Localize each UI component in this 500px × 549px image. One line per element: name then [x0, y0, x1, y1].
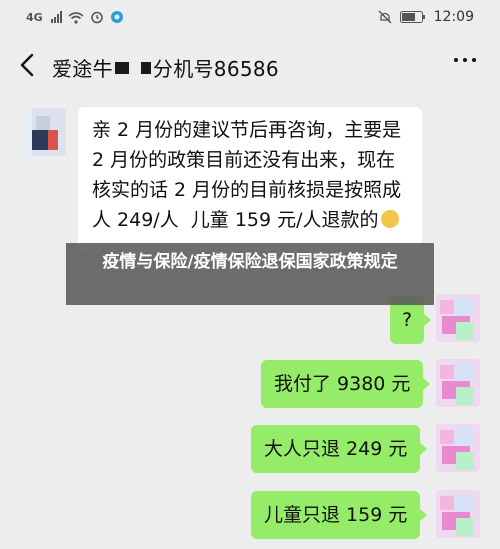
- redaction-mark: [140, 61, 151, 74]
- alarm-icon: [90, 11, 103, 24]
- mute-icon: [378, 10, 392, 24]
- network-type: 4G: [26, 10, 43, 24]
- smile-icon: [380, 210, 399, 228]
- clock: 12:09: [433, 9, 474, 25]
- message-bubble-received[interactable]: 亲 2 月份的建议节后再咨询，主要是 2 月份的政策目前还没有出来，现在核实的话…: [78, 107, 422, 253]
- message-bubble-sent[interactable]: 儿童只退 159 元: [251, 491, 428, 539]
- app-icon: [110, 11, 123, 23]
- status-right: 12:09: [378, 9, 474, 25]
- back-icon[interactable]: [16, 52, 40, 78]
- caption-text: 疫情与保险/疫情保险退保国家政策规定: [102, 252, 398, 272]
- message-text: 大人只退 249 元: [264, 438, 408, 460]
- message-text: 亲 2 月份的建议节后再咨询，主要是 2 月份的政策目前还没有出来，现在核实的话…: [92, 119, 408, 231]
- chat-title-prefix: 爱途牛: [52, 57, 113, 81]
- redaction-mark: [114, 61, 129, 74]
- status-left: 4G: [26, 10, 124, 24]
- chat-header: 爱途牛 分机号86586: [0, 36, 500, 94]
- chat-title: 爱途牛 分机号86586: [52, 53, 279, 82]
- message-text: ?: [401, 309, 413, 331]
- wifi-icon: [68, 11, 84, 24]
- caption-overlay: 疫情与保险/疫情保险退保国家政策规定: [66, 243, 434, 305]
- avatar[interactable]: [436, 490, 480, 538]
- avatar[interactable]: [436, 359, 480, 407]
- message-bubble-sent[interactable]: 我付了 9380 元: [261, 360, 431, 408]
- status-bar: 4G 12:09: [0, 0, 500, 36]
- more-icon[interactable]: [454, 58, 476, 62]
- battery-icon: [399, 11, 425, 23]
- chat-title-suffix: 分机号86586: [152, 57, 279, 81]
- avatar[interactable]: [436, 294, 480, 342]
- message-text: 我付了 9380 元: [274, 373, 411, 395]
- message-bubble-sent[interactable]: 大人只退 249 元: [251, 425, 428, 473]
- signal-icon: [50, 11, 62, 23]
- avatar[interactable]: [22, 108, 66, 156]
- avatar[interactable]: [436, 424, 480, 472]
- message-text: 儿童只退 159 元: [264, 504, 408, 526]
